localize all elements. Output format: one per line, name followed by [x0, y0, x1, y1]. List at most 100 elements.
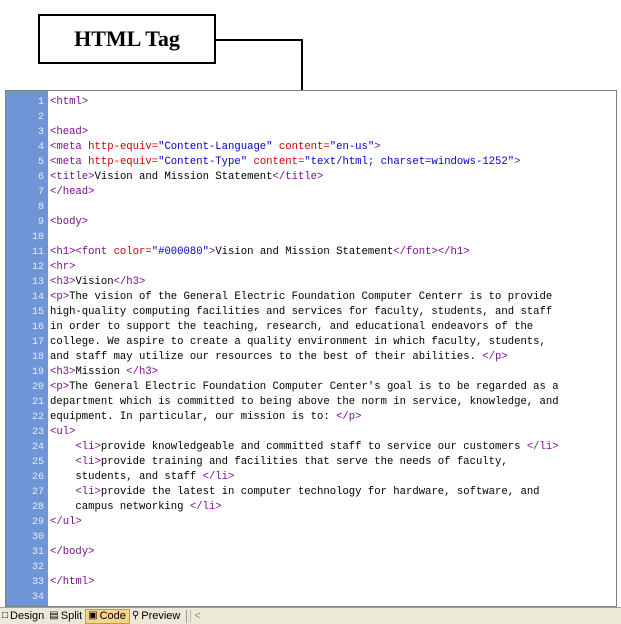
code-line: 32 [6, 560, 616, 575]
code-content [50, 486, 75, 498]
line-number: 23 [31, 427, 44, 438]
code-content: in order to support the teaching, resear… [50, 321, 534, 333]
line-number: 5 [37, 157, 44, 168]
code-line: 24 <li>provide knowledgeable and committ… [6, 440, 616, 455]
code-text: <head> [50, 125, 88, 140]
line-number: 10 [31, 232, 44, 243]
code-content: Mission [75, 366, 127, 378]
line-number: 2 [37, 112, 44, 123]
code-text: <title>Vision and Mission Statement</tit… [50, 170, 323, 185]
line-number: 25 [31, 457, 44, 468]
code-text: high-quality computing facilities and se… [50, 305, 552, 320]
code-content [50, 456, 75, 468]
code-icon: ▣ [88, 610, 98, 621]
code-text: <p>The vision of the General Electric Fo… [50, 290, 552, 305]
code-editor[interactable]: 1 <html> 2 3 <head> 4 <meta http-equiv="Conten… [5, 90, 617, 607]
code-text: <h3>Mission </h3> [50, 365, 158, 380]
line-number: 16 [31, 322, 44, 333]
code-content: Vision [75, 276, 114, 288]
code-text: college. We aspire to create a quality e… [50, 335, 546, 350]
scroll-left-arrow-icon[interactable]: < [190, 610, 203, 622]
code-attribute: content= [247, 156, 305, 168]
code-attribute: content= [272, 141, 330, 153]
line-number: 12 [31, 262, 44, 273]
tab-design[interactable]: □ Design [0, 609, 47, 624]
line-number: 13 [31, 277, 44, 288]
code-attribute: color= [113, 246, 152, 258]
code-text: in order to support the teaching, resear… [50, 320, 533, 335]
code-value: "#000080" [151, 246, 209, 258]
tab-preview[interactable]: ⚲ Preview [130, 609, 183, 624]
line-number: 11 [31, 247, 44, 258]
line-number: 14 [31, 292, 44, 303]
code-text: campus networking </li> [50, 500, 222, 515]
code-line: 20 <p>The General Electric Foundation Com… [6, 380, 616, 395]
code-line: 9 <body> [6, 215, 616, 230]
code-text: <li>provide training and facilities that… [50, 455, 508, 470]
line-number: 3 [37, 127, 44, 138]
split-icon: ▤ [49, 610, 59, 621]
code-text: equipment. In particular, our mission is… [50, 410, 362, 425]
design-icon: □ [2, 610, 9, 621]
line-number: 28 [31, 502, 44, 513]
code-text: <h3>Vision</h3> [50, 275, 145, 290]
code-line: 8 [6, 200, 616, 215]
tab-split-label: Split [60, 610, 83, 622]
line-number: 24 [31, 442, 44, 453]
code-tag: </li> [202, 471, 235, 483]
code-line: 1 <html> [6, 95, 616, 110]
code-tag: </h3> [113, 276, 146, 288]
code-attribute: http-equiv= [88, 156, 159, 168]
code-line: 15 high-quality computing facilities and … [6, 305, 616, 320]
code-line: 33 </html> [6, 575, 616, 590]
tab-code-label: Code [99, 610, 126, 622]
code-tag: </p> [482, 351, 508, 363]
tab-split[interactable]: ▤ Split [47, 609, 85, 624]
line-number: 20 [31, 382, 44, 393]
code-tag: <h3> [50, 366, 76, 378]
code-text: <h1><font color="#000080">Vision and Mis… [50, 245, 470, 260]
code-content: college. We aspire to create a quality e… [50, 336, 546, 348]
code-tag: </li> [189, 501, 222, 513]
line-number: 33 [31, 577, 44, 588]
line-number: 21 [31, 397, 44, 408]
line-number: 22 [31, 412, 44, 423]
code-text: </ul> [50, 515, 82, 530]
code-tag: <p> [50, 381, 70, 393]
tab-code[interactable]: ▣ Code [85, 608, 130, 624]
code-tag: <h3> [50, 276, 76, 288]
code-tag: </head> [50, 186, 95, 198]
code-line: 3 <head> [6, 125, 616, 140]
preview-icon: ⚲ [131, 610, 140, 621]
tab-design-label: Design [10, 610, 45, 622]
code-line: 19 <h3>Mission </h3> [6, 365, 616, 380]
code-content: provide knowledgeable and committed staf… [100, 441, 527, 453]
code-tag: <li> [75, 486, 101, 498]
code-line: 25 <li>provide training and facilities t… [6, 455, 616, 470]
line-number: 8 [37, 202, 44, 213]
code-line: 7 </head> [6, 185, 616, 200]
code-tag: </p> [336, 411, 362, 423]
code-tag: <li> [75, 441, 101, 453]
code-line: 6 <title>Vision and Mission Statement</ti… [6, 170, 616, 185]
code-line: 14 <p>The vision of the General Electric … [6, 290, 616, 305]
code-tag: </h3> [126, 366, 159, 378]
line-number: 32 [31, 562, 44, 573]
line-number: 29 [31, 517, 44, 528]
tab-separator [186, 609, 188, 623]
code-text: </body> [50, 545, 95, 560]
code-content: and staff may utilize our resources to t… [50, 351, 483, 363]
code-text: </html> [50, 575, 95, 590]
line-number: 17 [31, 337, 44, 348]
code-line: 30 [6, 530, 616, 545]
code-content: department which is committed to being a… [50, 396, 559, 408]
line-number: 19 [31, 367, 44, 378]
code-line: 29 </ul> [6, 515, 616, 530]
code-content: provide training and facilities that ser… [100, 456, 508, 468]
code-tag: > [514, 156, 521, 168]
code-content [50, 441, 75, 453]
code-tag: <p> [50, 291, 70, 303]
code-text: <p>The General Electric Foundation Compu… [50, 380, 559, 395]
code-value: "en-us" [329, 141, 375, 153]
code-line: 16 in order to support the teaching, rese… [6, 320, 616, 335]
